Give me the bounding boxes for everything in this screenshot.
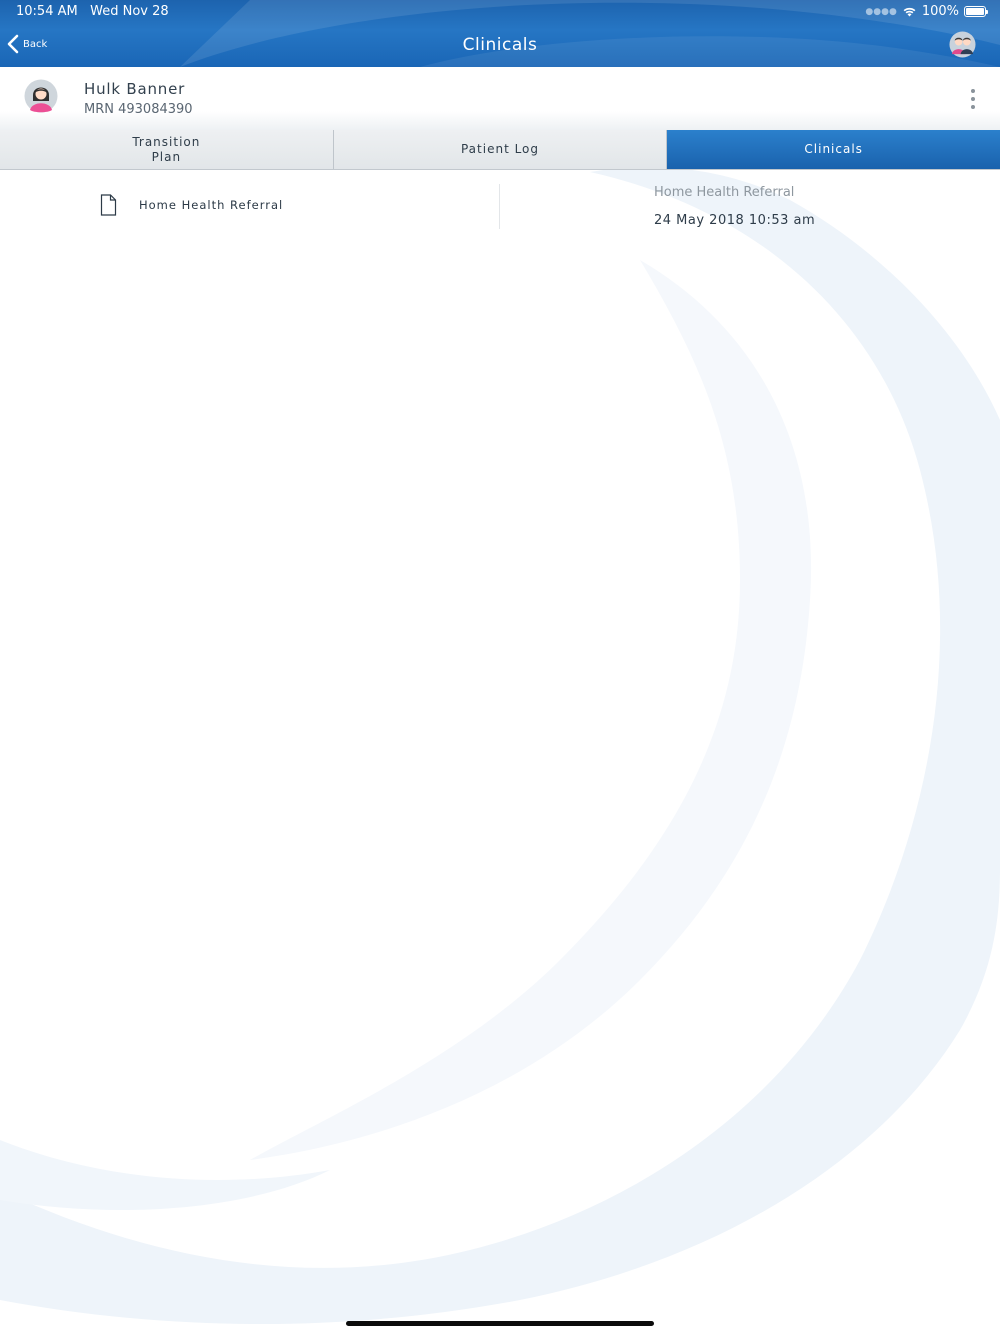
tab-patient-log[interactable]: Patient Log [333,130,668,169]
female-avatar-icon [24,79,58,113]
signal-icon: ●●●● [865,6,897,17]
tab-bar: Transition Plan Patient Log Clinicals [0,130,1000,170]
vertical-ellipsis-icon[interactable] [968,88,978,110]
navigation-bar: 10:54 AM Wed Nov 28 ●●●● 100% Back Clini… [0,0,1000,67]
patient-mrn: MRN 493084390 [84,102,193,117]
wifi-icon [903,7,916,17]
tab-clinicals[interactable]: Clinicals [667,130,1000,169]
tab-transition-plan[interactable]: Transition Plan [0,130,334,169]
column-divider [499,184,500,229]
document-icon [100,194,117,216]
home-indicator[interactable] [346,1321,654,1326]
status-time-date: 10:54 AM Wed Nov 28 [16,4,169,19]
document-list-item[interactable]: Home Health Referral [100,194,283,216]
status-date: Wed Nov 28 [90,4,169,19]
patient-name: Hulk Banner [84,80,186,98]
status-time: 10:54 AM [16,4,78,19]
detail-date: 24 May 2018 10:53 am [654,213,816,228]
users-icon[interactable] [949,31,976,58]
detail-title: Home Health Referral [654,185,795,200]
battery-percent: 100% [921,4,959,19]
battery-icon [964,6,988,17]
status-indicators: ●●●● 100% [865,4,988,19]
document-label: Home Health Referral [139,198,284,212]
page-title: Clinicals [462,35,538,55]
patient-header: Hulk Banner MRN 493084390 [0,67,1000,130]
